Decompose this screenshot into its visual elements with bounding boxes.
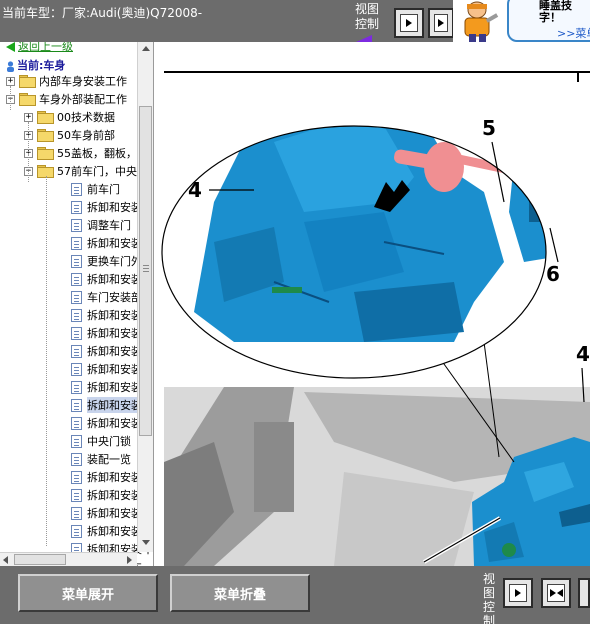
folder-icon <box>37 111 54 124</box>
tree-folder-item[interactable]: + 内部车身安装工作 <box>6 72 127 90</box>
bottom-split-button[interactable] <box>541 578 571 608</box>
tree-item-label: 50车身前部 <box>57 129 115 142</box>
left-triangle-icon <box>556 589 563 597</box>
expand-node-icon[interactable]: + <box>6 76 15 86</box>
folder-icon <box>37 147 54 160</box>
document-icon <box>71 524 82 538</box>
expand-node-icon[interactable]: + <box>24 112 33 122</box>
folder-icon <box>37 165 54 178</box>
tree-item-label: 内部车身安装工作 <box>39 75 127 88</box>
document-icon <box>71 236 82 250</box>
document-icon <box>71 380 82 394</box>
tree-item-label: 中央门锁 <box>87 435 131 448</box>
document-icon <box>71 434 82 448</box>
navigation-tree: 返回上一级 当前:车身 + 内部车身安装工作 − 车身外部装配工作 +00技术数据 +50… <box>0 42 154 566</box>
view-control-play-button[interactable] <box>394 8 424 38</box>
bottom-third-button[interactable] <box>578 578 590 608</box>
scroll-down-arrow-icon[interactable] <box>142 540 150 545</box>
folder-icon <box>19 93 36 106</box>
tree-folder-item[interactable]: −57前车门，中央 <box>24 162 137 180</box>
back-arrow-icon <box>6 42 15 52</box>
bottom-view-control-label: 视图控制 <box>483 572 496 628</box>
tree-folder-item[interactable]: +55盖板，翻板， <box>24 144 137 162</box>
tree-item-label: 57前车门，中央 <box>57 165 137 178</box>
purple-marker <box>356 35 372 42</box>
tree-vertical-scrollbar[interactable] <box>137 42 153 552</box>
callout-4-lower: 4 <box>576 342 590 366</box>
ad-menu-link[interactable]: >>菜单 <box>557 25 590 41</box>
document-icon <box>71 470 82 484</box>
expand-menu-button[interactable]: 菜单展开 <box>18 574 158 612</box>
tree-horizontal-scrollbar[interactable] <box>0 552 137 566</box>
document-icon <box>71 290 82 304</box>
view-control-label: 视图 控制 <box>355 2 380 31</box>
document-icon <box>71 416 82 430</box>
current-vehicle-label: 当前车型：厂家:Audi(奥迪)Q72008- <box>2 6 203 20</box>
bottom-toolbar: 菜单展开 菜单折叠 视图控制 <box>0 566 590 628</box>
tree-document-item[interactable]: 装配一览 <box>42 450 131 468</box>
document-icon <box>71 362 82 376</box>
document-icon <box>71 452 82 466</box>
document-icon <box>71 398 82 412</box>
document-icon <box>71 218 82 232</box>
bottom-play-button[interactable] <box>503 578 533 608</box>
mechanic-figure-icon <box>464 1 499 42</box>
collapse-menu-button[interactable]: 菜单折叠 <box>170 574 310 612</box>
repair-diagram-area: 4 5 6 4 <box>154 42 590 566</box>
tree-item-label: 调整车门 <box>87 219 131 232</box>
play-icon <box>438 19 444 27</box>
document-icon <box>71 488 82 502</box>
tree-item-label: 拆卸和安装 <box>87 273 142 286</box>
advertisement-banner[interactable]: 睡盖技 字！ >>菜单 <box>453 0 590 42</box>
door-hinge-diagram <box>161 71 590 566</box>
tree-item-label: 装配一览 <box>87 453 131 466</box>
callout-4: 4 <box>188 178 202 202</box>
tree-document-item[interactable]: 拆卸和安装 <box>42 270 142 288</box>
tree-item-label: 车身外部装配工作 <box>39 93 127 106</box>
tree-document-item[interactable]: 前车门 <box>42 180 120 198</box>
document-icon <box>71 200 82 214</box>
folder-icon <box>19 75 36 88</box>
tree-folder-item[interactable]: +00技术数据 <box>24 108 115 126</box>
tree-folder-item[interactable]: +50车身前部 <box>24 126 115 144</box>
document-icon <box>71 326 82 340</box>
play-icon <box>406 19 412 27</box>
document-icon <box>71 308 82 322</box>
document-icon <box>71 272 82 286</box>
document-icon <box>71 254 82 268</box>
back-to-parent-link[interactable]: 返回上一级 <box>6 42 73 54</box>
scroll-thumb[interactable] <box>139 106 152 436</box>
top-toolbar: 当前车型：厂家:Audi(奥迪)Q72008- 视图 控制 睡盖技 字！ >>菜… <box>0 0 590 42</box>
tree-document-item[interactable]: 中央门锁 <box>42 432 131 450</box>
folder-icon <box>37 129 54 142</box>
tree-item-label: 00技术数据 <box>57 111 115 124</box>
ad-text: 睡盖技 字！ <box>539 0 572 24</box>
horizontal-scroll-thumb[interactable] <box>14 554 66 565</box>
current-node-label: 当前:车身 <box>6 57 65 73</box>
scroll-up-arrow-icon[interactable] <box>142 46 150 51</box>
tree-item-label: 55盖板，翻板， <box>57 147 137 160</box>
person-icon <box>6 60 15 72</box>
document-icon <box>71 506 82 520</box>
document-icon <box>71 182 82 196</box>
callout-5: 5 <box>482 116 496 140</box>
document-icon <box>71 344 82 358</box>
callout-6: 6 <box>546 262 560 286</box>
tree-document-item[interactable]: 调整车门 <box>42 216 131 234</box>
right-triangle-icon <box>549 589 556 597</box>
tree-folder-item[interactable]: − 车身外部装配工作 <box>6 90 127 108</box>
scroll-left-arrow-icon[interactable] <box>3 556 8 564</box>
view-control-second-button[interactable] <box>428 8 454 38</box>
play-icon <box>515 589 521 597</box>
tree-item-label: 前车门 <box>87 183 120 196</box>
scroll-right-arrow-icon[interactable] <box>127 556 132 564</box>
